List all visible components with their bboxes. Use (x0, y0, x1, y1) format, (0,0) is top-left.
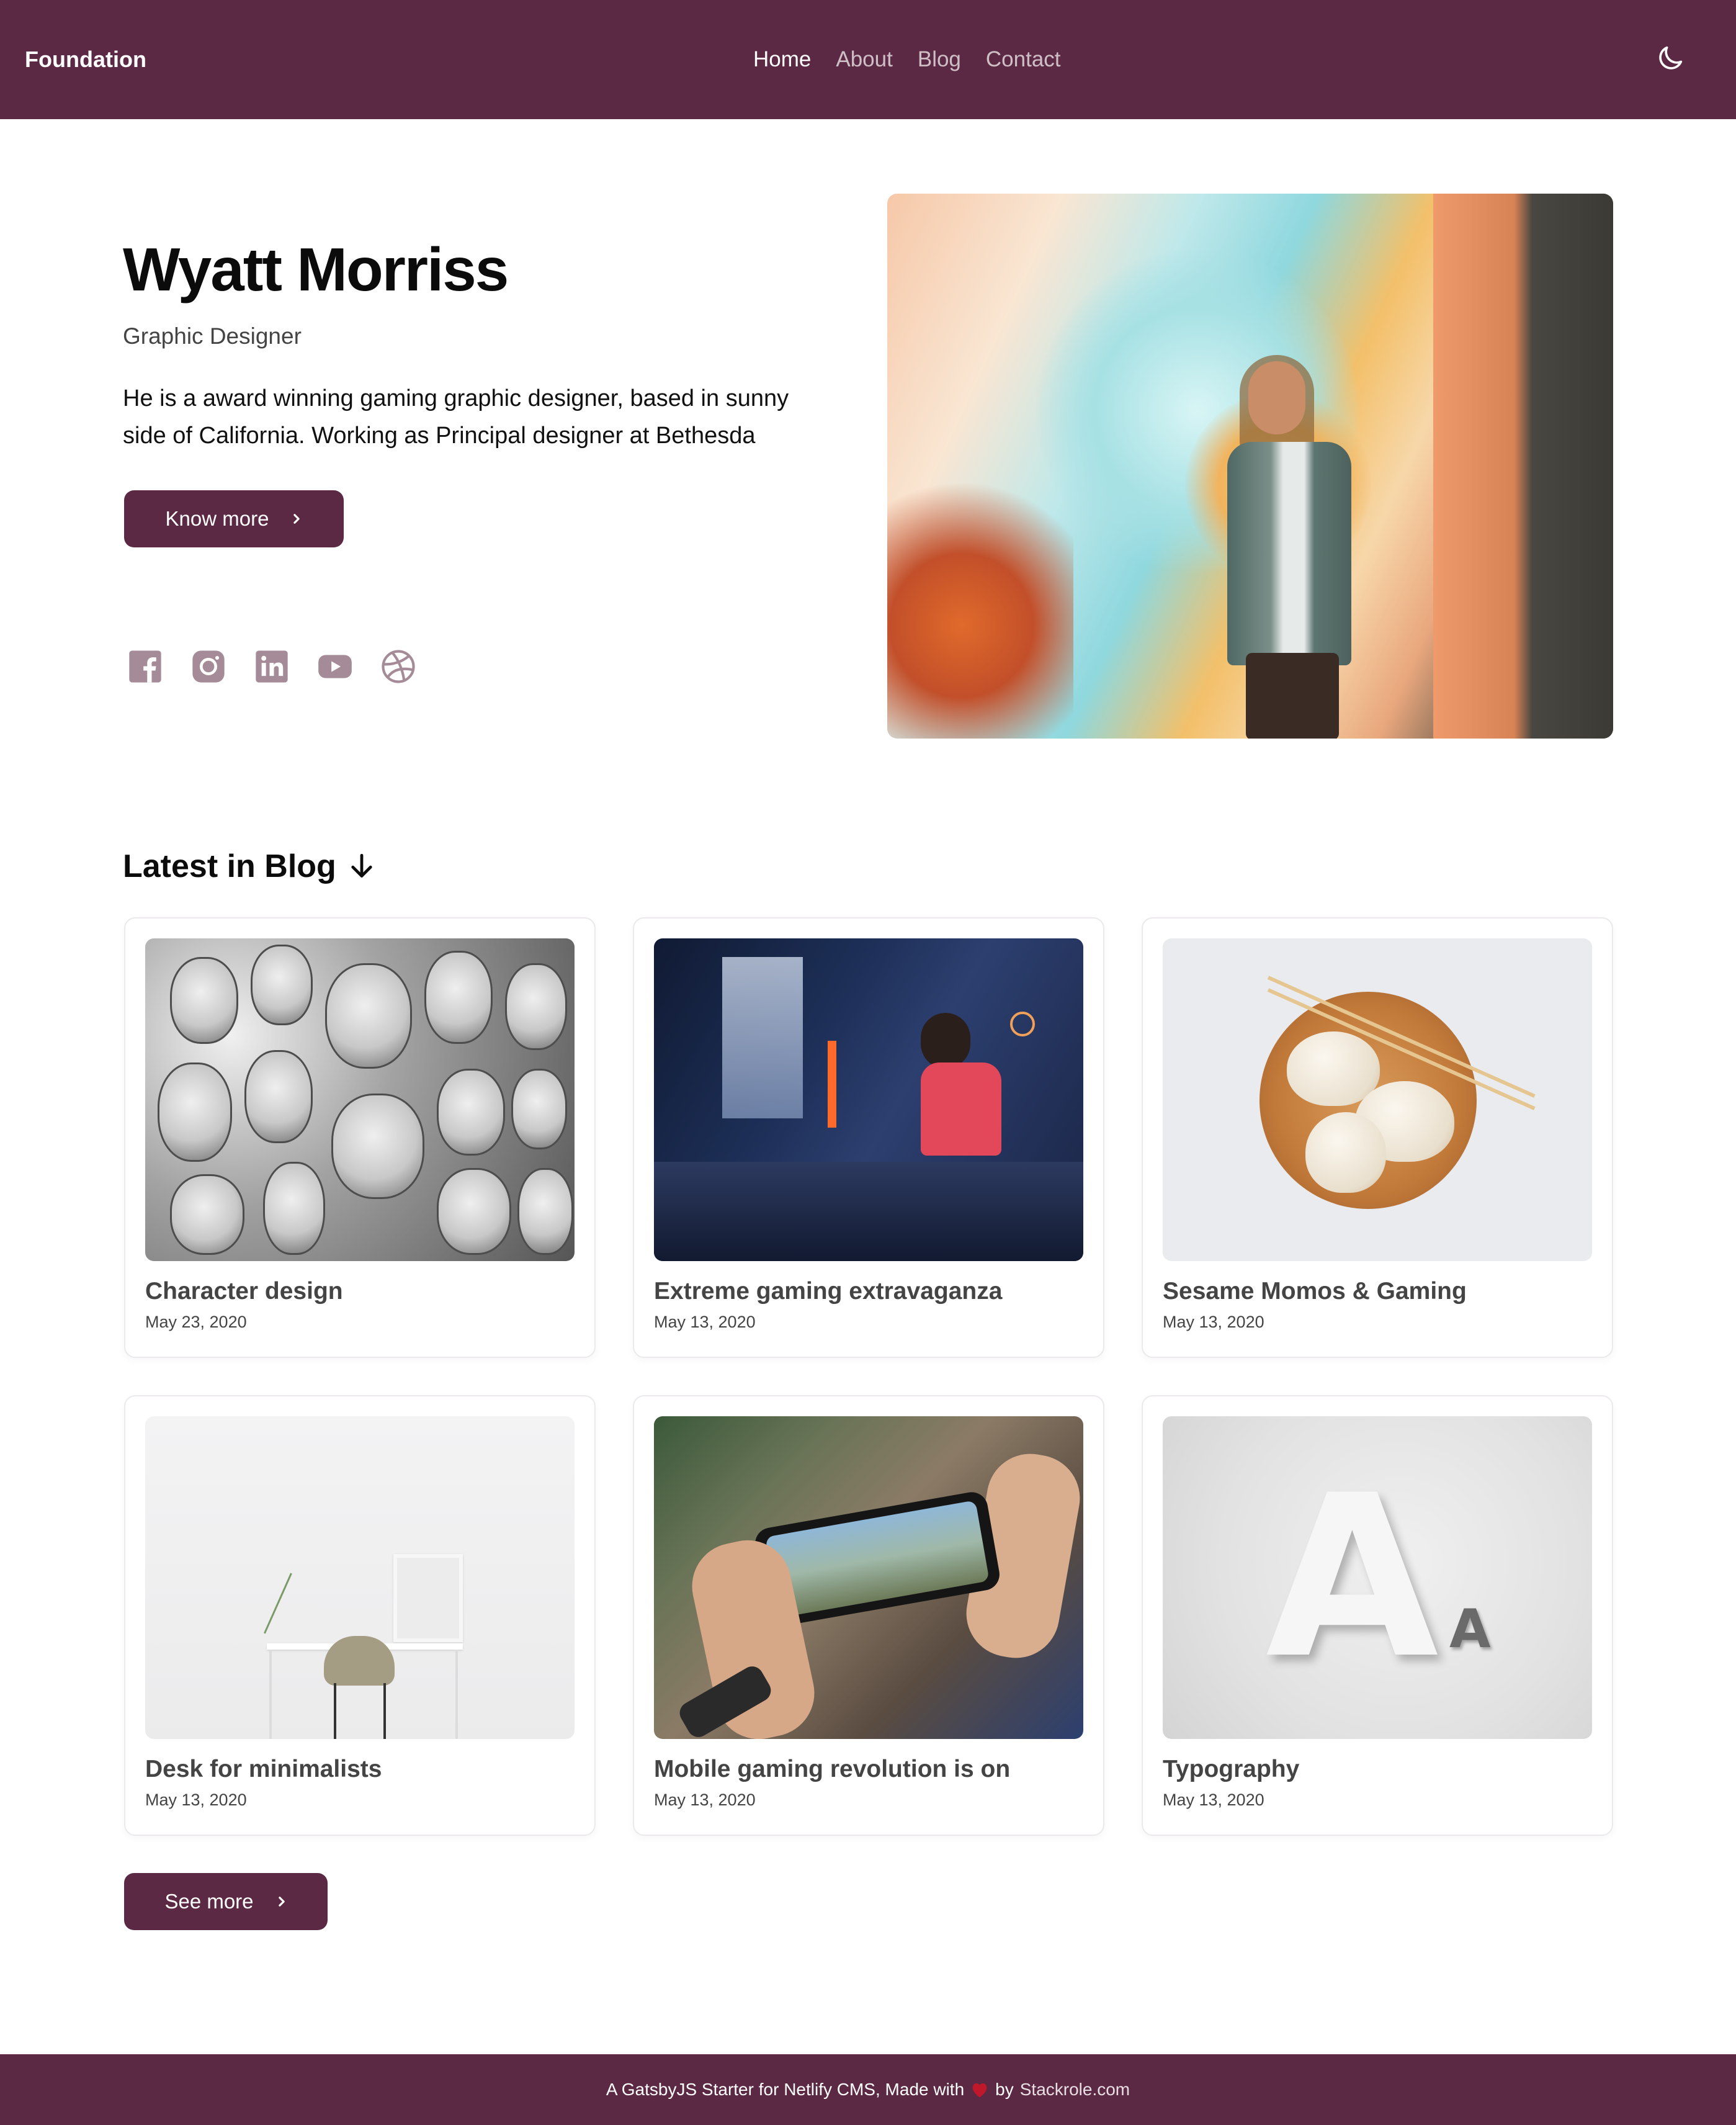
image-detail (263, 1162, 325, 1255)
image-detail (722, 957, 803, 1118)
blog-card-image (1163, 938, 1592, 1261)
image-detail (765, 1500, 990, 1618)
blog-card-title: Mobile gaming revolution is on (654, 1756, 1011, 1782)
blog-card-image (654, 938, 1083, 1261)
blog-card-date: May 13, 2020 (654, 1790, 756, 1809)
image-detail (264, 1573, 324, 1648)
youtube-icon[interactable] (318, 649, 352, 684)
linkedin-icon[interactable] (254, 649, 289, 684)
image-detail (1010, 1012, 1035, 1036)
blog-card-title: Desk for minimalists (145, 1756, 382, 1782)
blog-card-typography[interactable]: A A Typography May 13, 2020 (1142, 1395, 1613, 1836)
blog-card-image (145, 1416, 575, 1739)
image-detail (828, 1041, 836, 1128)
image-detail (505, 963, 567, 1050)
image-detail (251, 945, 313, 1025)
blog-card-title: Character design (145, 1278, 343, 1305)
blog-card-extreme-gaming[interactable]: Extreme gaming extravaganza May 13, 2020 (633, 917, 1104, 1358)
blog-heading-text: Latest in Blog (123, 848, 336, 884)
blog-card-mobile-gaming[interactable]: Mobile gaming revolution is on May 13, 2… (633, 1395, 1104, 1836)
blog-card-character-design[interactable]: Character design May 23, 2020 (124, 917, 596, 1358)
social-links (128, 649, 416, 684)
theme-toggle-button[interactable] (1654, 42, 1686, 74)
hero-description: He is a award winning gaming graphic des… (123, 385, 789, 449)
instagram-icon[interactable] (191, 649, 226, 684)
image-detail (921, 1013, 970, 1069)
chevron-right-icon (278, 1897, 285, 1907)
image-detail (511, 1069, 567, 1149)
know-more-button[interactable]: Know more (124, 490, 344, 547)
blog-card-image (654, 1416, 1083, 1739)
nav-home[interactable]: Home (753, 43, 811, 76)
image-detail (921, 1062, 1001, 1156)
know-more-label: Know more (165, 507, 269, 530)
blog-card-date: May 23, 2020 (145, 1313, 247, 1331)
image-detail (158, 1062, 232, 1162)
blog-section-heading: Latest in Blog (123, 844, 374, 889)
site-header: Foundation Home About Blog Contact (0, 0, 1736, 119)
image-detail (170, 957, 238, 1044)
image-detail (244, 1050, 313, 1143)
image-detail (455, 1650, 458, 1739)
blog-card-date: May 13, 2020 (1163, 1790, 1264, 1809)
arrow-down-icon (351, 853, 372, 878)
image-detail (331, 1094, 424, 1199)
footer-text: A GatsbyJS Starter for Netlify CMS, Made… (606, 2080, 965, 2099)
main-nav: Home About Blog Contact (753, 43, 1061, 76)
image-detail (1246, 653, 1339, 739)
blog-card-image (145, 938, 575, 1261)
blog-card-date: May 13, 2020 (1163, 1313, 1264, 1331)
brand-logo[interactable]: Foundation (25, 43, 146, 76)
hero-role: Graphic Designer (123, 323, 302, 349)
blog-card-title: Sesame Momos & Gaming (1163, 1278, 1467, 1305)
image-detail (325, 963, 412, 1069)
image-detail (1287, 1031, 1380, 1106)
image-detail: A (1449, 1598, 1491, 1660)
blog-card-title: Typography (1163, 1756, 1300, 1782)
site-footer: A GatsbyJS Starter for Netlify CMS, Made… (0, 2054, 1736, 2125)
image-detail (1433, 194, 1613, 739)
footer-stackrole-link[interactable]: Stackrole.com (1020, 2080, 1130, 2100)
blog-card-date: May 13, 2020 (654, 1313, 756, 1331)
blog-card-image: A A (1163, 1416, 1592, 1739)
image-detail (437, 1069, 505, 1156)
nav-contact[interactable]: Contact (986, 43, 1061, 76)
footer-by: by (995, 2080, 1014, 2099)
image-detail (1305, 1112, 1386, 1193)
hero-name: Wyatt Morriss (123, 235, 509, 303)
image-detail (517, 1168, 573, 1255)
image-detail (654, 1162, 1083, 1261)
see-more-label: See more (164, 1890, 254, 1913)
nav-blog[interactable]: Blog (918, 43, 961, 76)
nav-about[interactable]: About (836, 43, 892, 76)
hero-portrait-image (887, 194, 1613, 739)
image-detail (887, 454, 1073, 739)
blog-card-sesame-momos[interactable]: Sesame Momos & Gaming May 13, 2020 (1142, 917, 1613, 1358)
facebook-icon[interactable] (128, 649, 163, 684)
chevron-right-icon (293, 514, 300, 524)
moon-icon (1659, 46, 1683, 70)
see-more-button[interactable]: See more (124, 1873, 328, 1930)
image-detail (170, 1174, 244, 1255)
image-detail (334, 1683, 336, 1739)
image-detail (1248, 361, 1305, 434)
image-detail: A (1266, 1447, 1439, 1707)
blog-card-title: Extreme gaming extravaganza (654, 1278, 1003, 1305)
image-detail (1227, 442, 1351, 665)
image-detail (269, 1650, 272, 1739)
image-detail (424, 951, 493, 1044)
image-detail (393, 1554, 463, 1642)
heart-icon (972, 2083, 987, 2098)
blog-card-date: May 13, 2020 (145, 1790, 247, 1809)
image-detail (437, 1168, 511, 1255)
blog-card-desk-minimalists[interactable]: Desk for minimalists May 13, 2020 (124, 1395, 596, 1836)
dribbble-icon[interactable] (381, 649, 416, 684)
image-detail (324, 1636, 395, 1686)
image-detail (383, 1683, 386, 1739)
